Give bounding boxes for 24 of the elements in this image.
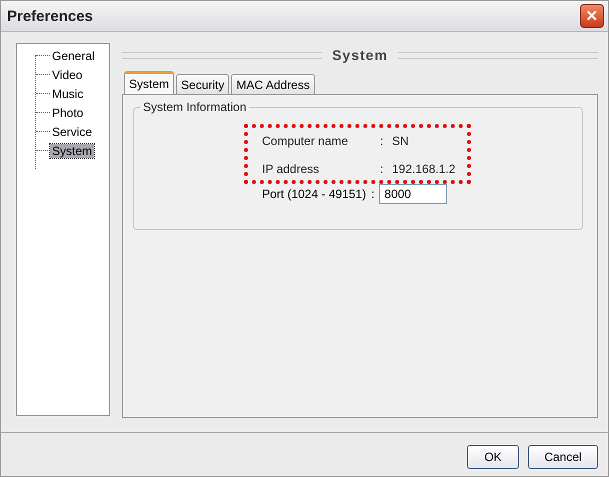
field-label: IP address xyxy=(262,162,320,176)
separator: : xyxy=(380,162,384,176)
close-button[interactable]: ✕ xyxy=(580,4,604,28)
port-field[interactable]: 8000 xyxy=(379,184,448,204)
tab[interactable]: MAC Address xyxy=(231,74,315,94)
tree-item[interactable]: Music xyxy=(50,86,86,100)
dialog-button[interactable]: OK xyxy=(467,444,519,468)
tab[interactable]: Security xyxy=(176,74,230,94)
tree-item[interactable]: Photo xyxy=(50,106,86,120)
separator: : xyxy=(371,187,374,201)
dialog-button[interactable]: Cancel xyxy=(528,444,598,468)
group-title: System Information xyxy=(140,100,250,114)
tree-item[interactable]: General xyxy=(50,48,97,62)
field-label: Computer name xyxy=(262,134,350,148)
field-value: 192.168.1.2 xyxy=(392,162,456,176)
tree-item[interactable]: Video xyxy=(50,68,84,82)
tree-item[interactable]: Service xyxy=(50,124,94,138)
separator: : xyxy=(380,134,384,148)
field-value: SN xyxy=(392,134,409,148)
field-label: Port (1024 - 49151) xyxy=(262,187,366,201)
tree-item[interactable]: System xyxy=(50,144,94,158)
section-title: System xyxy=(332,47,388,63)
tab[interactable]: System xyxy=(124,71,174,94)
window-title: Preferences xyxy=(7,8,93,24)
